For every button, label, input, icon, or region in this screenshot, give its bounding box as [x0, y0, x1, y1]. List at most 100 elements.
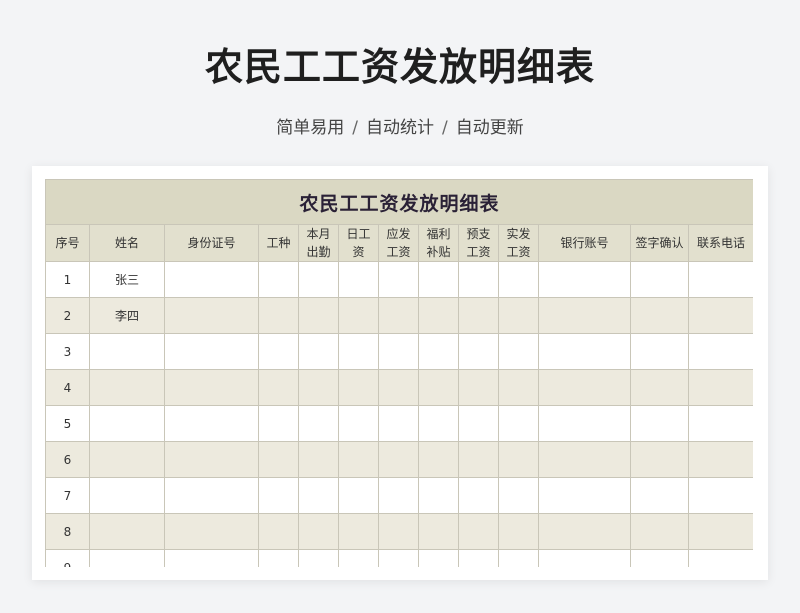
data-cell[interactable]: [458, 297, 499, 334]
data-cell[interactable]: [338, 369, 379, 406]
data-cell[interactable]: [164, 297, 259, 334]
data-cell[interactable]: [418, 297, 459, 334]
column-header[interactable]: 工种: [258, 224, 299, 262]
name-cell[interactable]: [89, 405, 165, 442]
column-header[interactable]: 实发 工资: [498, 224, 539, 262]
data-cell[interactable]: [258, 405, 299, 442]
data-cell[interactable]: [378, 405, 419, 442]
data-cell[interactable]: [164, 513, 259, 550]
column-header[interactable]: 姓名: [89, 224, 165, 262]
name-cell[interactable]: [89, 477, 165, 514]
column-header[interactable]: 银行账号: [538, 224, 631, 262]
data-cell[interactable]: [258, 369, 299, 406]
data-cell[interactable]: [298, 333, 339, 370]
data-cell[interactable]: [378, 441, 419, 478]
data-cell[interactable]: [687, 261, 753, 298]
column-header[interactable]: 序号: [45, 224, 90, 262]
data-cell[interactable]: [258, 261, 299, 298]
data-cell[interactable]: [378, 513, 419, 550]
column-header[interactable]: 签字确认: [630, 224, 689, 262]
data-cell[interactable]: [338, 549, 379, 567]
data-cell[interactable]: [687, 549, 753, 567]
data-cell[interactable]: [538, 369, 631, 406]
data-cell[interactable]: [418, 513, 459, 550]
data-cell[interactable]: [298, 369, 339, 406]
data-cell[interactable]: [630, 441, 689, 478]
data-cell[interactable]: [630, 369, 689, 406]
name-cell[interactable]: [89, 369, 165, 406]
data-cell[interactable]: [687, 441, 753, 478]
data-cell[interactable]: [458, 513, 499, 550]
row-number-cell[interactable]: 6: [45, 441, 90, 478]
data-cell[interactable]: [258, 513, 299, 550]
data-cell[interactable]: [630, 477, 689, 514]
data-cell[interactable]: [298, 477, 339, 514]
data-cell[interactable]: [458, 549, 499, 567]
data-cell[interactable]: [258, 441, 299, 478]
data-cell[interactable]: [338, 297, 379, 334]
data-cell[interactable]: [458, 261, 499, 298]
data-cell[interactable]: [298, 261, 339, 298]
data-cell[interactable]: [338, 513, 379, 550]
column-header[interactable]: 本月 出勤: [298, 224, 339, 262]
data-cell[interactable]: [164, 405, 259, 442]
data-cell[interactable]: [378, 297, 419, 334]
data-cell[interactable]: [458, 405, 499, 442]
data-cell[interactable]: [164, 441, 259, 478]
data-cell[interactable]: [538, 477, 631, 514]
data-cell[interactable]: [630, 549, 689, 567]
data-cell[interactable]: [538, 333, 631, 370]
data-cell[interactable]: [378, 261, 419, 298]
data-cell[interactable]: [538, 261, 631, 298]
name-cell[interactable]: [89, 513, 165, 550]
row-number-cell[interactable]: 2: [45, 297, 90, 334]
data-cell[interactable]: [498, 513, 539, 550]
data-cell[interactable]: [687, 297, 753, 334]
data-cell[interactable]: [418, 333, 459, 370]
name-cell[interactable]: 张三: [89, 261, 165, 298]
column-header[interactable]: 福利 补贴: [418, 224, 459, 262]
data-cell[interactable]: [630, 405, 689, 442]
data-cell[interactable]: [418, 261, 459, 298]
data-cell[interactable]: [418, 441, 459, 478]
data-cell[interactable]: [630, 261, 689, 298]
data-cell[interactable]: [378, 333, 419, 370]
data-cell[interactable]: [378, 549, 419, 567]
data-cell[interactable]: [498, 261, 539, 298]
data-cell[interactable]: [630, 513, 689, 550]
data-cell[interactable]: [298, 513, 339, 550]
data-cell[interactable]: [458, 369, 499, 406]
data-cell[interactable]: [164, 261, 259, 298]
data-cell[interactable]: [298, 441, 339, 478]
data-cell[interactable]: [498, 549, 539, 567]
data-cell[interactable]: [338, 261, 379, 298]
data-cell[interactable]: [687, 405, 753, 442]
data-cell[interactable]: [498, 369, 539, 406]
data-cell[interactable]: [418, 369, 459, 406]
row-number-cell[interactable]: 4: [45, 369, 90, 406]
data-cell[interactable]: [164, 549, 259, 567]
data-cell[interactable]: [630, 333, 689, 370]
data-cell[interactable]: [538, 405, 631, 442]
data-cell[interactable]: [418, 405, 459, 442]
column-header[interactable]: 身份证号: [164, 224, 259, 262]
data-cell[interactable]: [164, 369, 259, 406]
data-cell[interactable]: [164, 333, 259, 370]
data-cell[interactable]: [498, 477, 539, 514]
data-cell[interactable]: [498, 405, 539, 442]
row-number-cell[interactable]: 8: [45, 513, 90, 550]
data-cell[interactable]: [338, 441, 379, 478]
data-cell[interactable]: [418, 549, 459, 567]
data-cell[interactable]: [258, 297, 299, 334]
row-number-cell[interactable]: 1: [45, 261, 90, 298]
data-cell[interactable]: [687, 513, 753, 550]
name-cell[interactable]: [89, 441, 165, 478]
data-cell[interactable]: [298, 297, 339, 334]
data-cell[interactable]: [538, 297, 631, 334]
column-header[interactable]: 日工资: [338, 224, 379, 262]
data-cell[interactable]: [687, 333, 753, 370]
column-header[interactable]: 联系电话: [687, 224, 753, 262]
data-cell[interactable]: [378, 369, 419, 406]
column-header[interactable]: 预支 工资: [458, 224, 499, 262]
data-cell[interactable]: [538, 513, 631, 550]
